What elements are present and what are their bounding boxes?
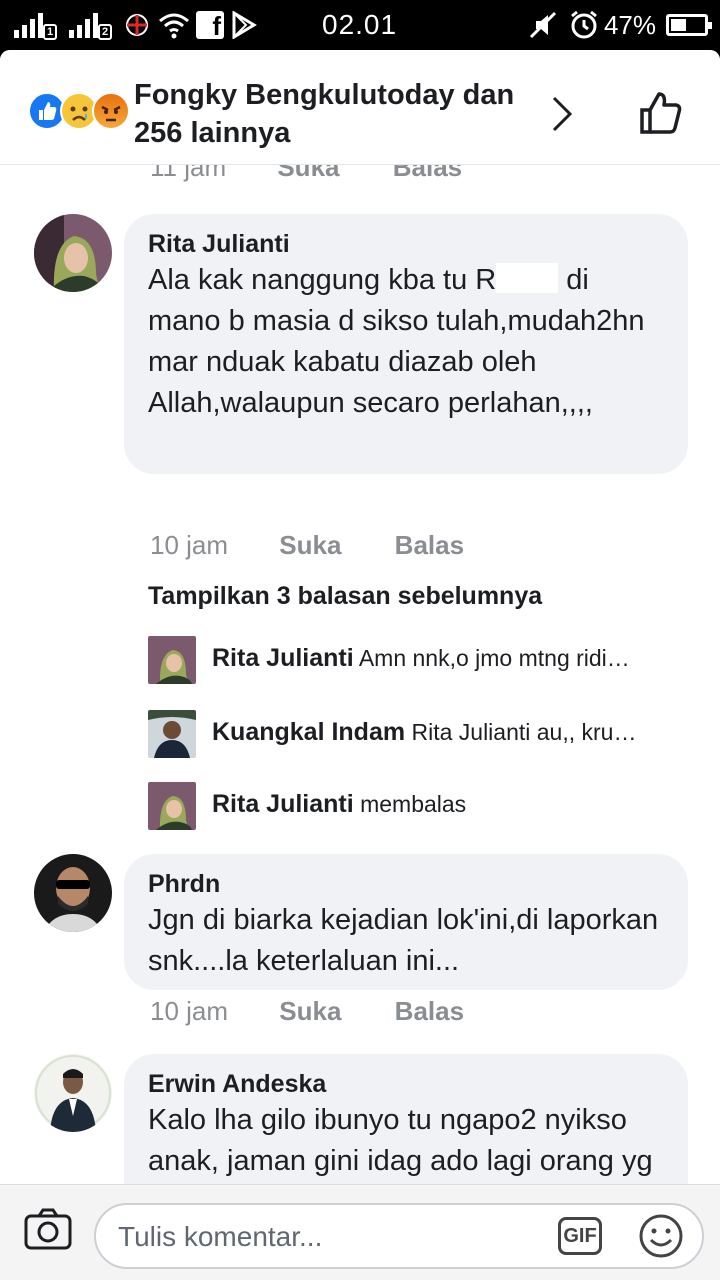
comment-time: 10 jam: [150, 530, 229, 560]
reply-text: Kuangkal Indam Rita Julianti au,, kru…: [212, 718, 637, 746]
reply-link[interactable]: Balas: [395, 996, 464, 1026]
battery-icon: [666, 14, 712, 36]
wifi-icon: [159, 13, 189, 39]
comment-composer: GIF: [0, 1184, 720, 1280]
reply-item[interactable]: Rita Julianti Amn nnk,o jmo mtng ridi…: [148, 636, 688, 684]
show-previous-replies[interactable]: Tampilkan 3 balasan sebelumnya: [148, 582, 542, 611]
reply-text: Rita Julianti membalas: [212, 790, 467, 818]
alarm-icon: [571, 10, 597, 39]
emoji-icon[interactable]: [638, 1213, 684, 1259]
avatar: [148, 710, 196, 758]
redacted-block: [496, 263, 559, 293]
comment-actions: 10 jam Suka Balas: [150, 996, 464, 1027]
signal-icon: 1: [14, 12, 57, 40]
comment-bubble[interactable]: Rita Julianti Ala kak nanggung kba tu R …: [124, 214, 688, 474]
chevron-right-icon[interactable]: [548, 94, 574, 134]
like-link[interactable]: Suka: [279, 530, 341, 560]
status-right: 47%: [528, 8, 712, 42]
comment-text: Ala kak nanggung kba tu R di mano b masi…: [148, 263, 645, 419]
reply-text: Rita Julianti Amn nnk,o jmo mtng ridi…: [212, 644, 630, 672]
status-left: 1 2 f: [14, 8, 258, 42]
status-bar: 1 2 f 02.01 47%: [0, 0, 720, 50]
comment-author[interactable]: Rita Julianti: [148, 228, 664, 260]
avatar[interactable]: [34, 214, 112, 292]
avatar[interactable]: [34, 1054, 112, 1132]
reply-author[interactable]: Kuangkal Indam: [212, 718, 405, 746]
reply-item[interactable]: Kuangkal Indam Rita Julianti au,, kru…: [148, 710, 688, 758]
gif-button[interactable]: GIF: [558, 1217, 602, 1255]
comment-bubble[interactable]: Phrdn Jgn di biarka kejadian lok'ini,di …: [124, 854, 688, 990]
like-thumb-icon[interactable]: [638, 90, 684, 136]
comment-input-box[interactable]: GIF: [94, 1203, 704, 1269]
comments-sheet: Fongky Bengkulutoday dan 256 lainnya 11 …: [0, 50, 720, 1280]
avatar[interactable]: [34, 854, 112, 932]
play-store-icon: [232, 11, 257, 39]
comment-actions: 10 jam Suka Balas: [150, 530, 464, 561]
avatar: [148, 782, 196, 830]
camera-icon[interactable]: [24, 1207, 72, 1251]
mute-icon: [529, 11, 557, 39]
status-time: 02.01: [322, 9, 398, 40]
avatar: [148, 636, 196, 684]
reaction-summary[interactable]: [28, 92, 132, 130]
angry-reaction-icon: [92, 92, 130, 130]
notification-icon: [126, 14, 148, 36]
comment-text: Jgn di biarka kejadian lok'ini,di lapork…: [148, 904, 659, 977]
battery-percent: 47%: [603, 9, 656, 40]
signal-icon: 2: [69, 12, 112, 40]
comment-time: 10 jam: [150, 996, 229, 1026]
like-link[interactable]: Suka: [279, 996, 341, 1026]
reply-author[interactable]: Rita Julianti: [212, 790, 354, 818]
reactions-header: Fongky Bengkulutoday dan 256 lainnya: [0, 50, 720, 165]
reply-author[interactable]: Rita Julianti: [212, 644, 354, 672]
comment-input[interactable]: [116, 1215, 540, 1259]
reply-link[interactable]: Balas: [395, 530, 464, 560]
facebook-icon: f: [196, 11, 224, 41]
reactors-title[interactable]: Fongky Bengkulutoday dan 256 lainnya: [134, 76, 534, 152]
comment-author[interactable]: Phrdn: [148, 868, 664, 900]
comment-author[interactable]: Erwin Andeska: [148, 1068, 664, 1100]
reply-item[interactable]: Rita Julianti membalas: [148, 782, 688, 830]
